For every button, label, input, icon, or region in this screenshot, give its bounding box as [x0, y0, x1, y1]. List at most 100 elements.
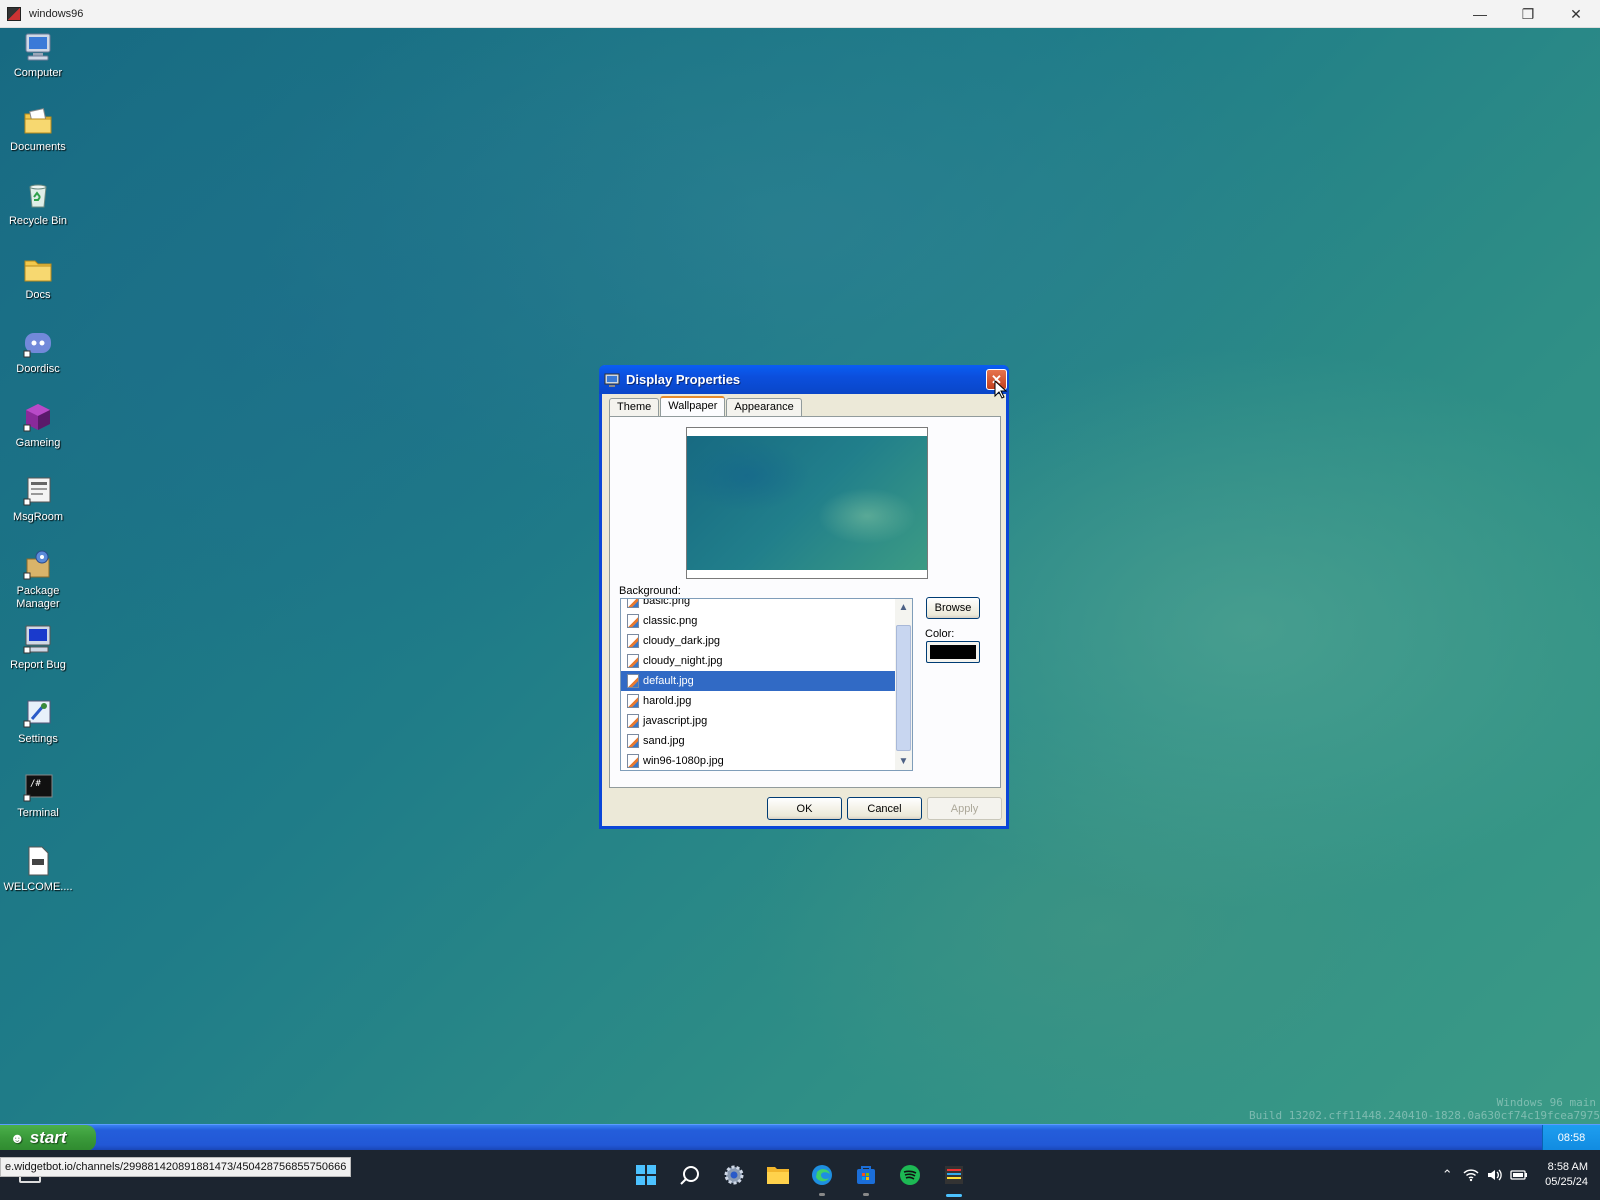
minimize-button[interactable]: —: [1456, 0, 1504, 28]
file-explorer-icon[interactable]: [756, 1150, 800, 1200]
mouse-cursor-icon: [994, 380, 1008, 399]
image-file-icon: [627, 714, 639, 728]
desktop-icon-terminal[interactable]: /# Terminal: [4, 770, 72, 820]
desktop-icon-report-bug[interactable]: Report Bug: [4, 622, 72, 672]
background-label: Background:: [619, 585, 681, 597]
list-item[interactable]: win96-1080p.jpg: [621, 751, 895, 770]
scroll-thumb[interactable]: [896, 625, 911, 751]
wallpaper-panel: Background: basic.png classic.png cloudy…: [609, 416, 1001, 788]
battery-icon[interactable]: [1507, 1169, 1531, 1181]
scroll-down-icon[interactable]: ▼: [895, 753, 912, 770]
host-clock[interactable]: 8:58 AM 05/25/24: [1545, 1160, 1588, 1190]
msgroom-icon: [21, 474, 55, 508]
report-bug-icon: [21, 622, 55, 656]
dialog-tabs: Theme Wallpaper Appearance: [609, 396, 803, 416]
image-file-icon: [627, 674, 639, 688]
host-titlebar: windows96 — ❐ ✕: [0, 0, 1600, 28]
image-file-icon: [627, 654, 639, 668]
restore-button[interactable]: ❐: [1504, 0, 1552, 28]
cancel-button[interactable]: Cancel: [847, 797, 922, 820]
list-item[interactable]: sand.jpg: [621, 731, 895, 751]
apply-button[interactable]: Apply: [927, 797, 1002, 820]
image-file-icon: [627, 599, 639, 608]
tab-appearance[interactable]: Appearance: [726, 398, 802, 416]
wallpaper-listbox[interactable]: basic.png classic.png cloudy_dark.jpg cl…: [620, 598, 913, 771]
start-button[interactable]: ☻ start: [0, 1125, 96, 1151]
host-date: 05/25/24: [1545, 1176, 1588, 1188]
wifi-icon[interactable]: [1459, 1168, 1483, 1182]
display-properties-icon: [604, 373, 620, 387]
list-item[interactable]: basic.png: [621, 599, 895, 611]
desktop-icon-doordisc[interactable]: Doordisc: [4, 326, 72, 376]
host-window-title: windows96: [29, 7, 84, 20]
edge-browser-icon[interactable]: [800, 1150, 844, 1200]
close-window-button[interactable]: ✕: [1552, 0, 1600, 28]
list-item[interactable]: javascript.jpg: [621, 711, 895, 731]
app-indicator: [863, 1193, 869, 1196]
desktop-icon-package-manager[interactable]: Package Manager: [4, 548, 72, 611]
search-icon[interactable]: [668, 1150, 712, 1200]
documents-folder-icon: [21, 104, 55, 138]
windows-start-icon[interactable]: [624, 1150, 668, 1200]
list-item[interactable]: cloudy_dark.jpg: [621, 631, 895, 651]
image-file-icon: [627, 754, 639, 768]
windows96-app-icon: [7, 6, 21, 21]
color-picker-button[interactable]: [926, 641, 980, 663]
browser-status-url: e.widgetbot.io/channels/2998814208918814…: [0, 1157, 352, 1177]
windows96-app-icon[interactable]: [932, 1150, 976, 1200]
volume-icon[interactable]: [1483, 1168, 1507, 1182]
system-tray: ⌃ 8:58 AM 05/25/24: [1435, 1150, 1600, 1200]
desktop-icon-welcome[interactable]: WELCOME....: [3, 844, 73, 894]
desktop-icon-settings[interactable]: Settings: [4, 696, 72, 746]
desktop-icon-computer[interactable]: Computer: [4, 30, 72, 80]
doordisc-icon: [21, 326, 55, 360]
welcome-doc-icon: [21, 844, 55, 878]
settings-icon: [21, 696, 55, 730]
wallpaper-preview-image: [687, 436, 927, 570]
image-file-icon: [627, 634, 639, 648]
image-file-icon: [627, 614, 639, 628]
game-cube-icon: [21, 400, 55, 434]
dialog-title: Display Properties: [626, 372, 741, 387]
svg-text:/#: /#: [30, 779, 41, 789]
watermark-build: Build 13202.cff11448.240410-1828.0a630cf…: [1249, 1109, 1600, 1122]
chevron-up-icon[interactable]: ⌃: [1435, 1167, 1459, 1183]
win96-clock[interactable]: 08:58: [1542, 1125, 1600, 1151]
tab-theme[interactable]: Theme: [609, 398, 660, 416]
desktop-icon-documents[interactable]: Documents: [4, 104, 72, 154]
tab-wallpaper[interactable]: Wallpaper: [660, 396, 726, 416]
app-indicator: [819, 1193, 825, 1196]
taskbar-apps: [624, 1150, 976, 1200]
desktop-icon-docs[interactable]: Docs: [4, 252, 72, 302]
folder-icon: [21, 252, 55, 286]
recycle-bin-icon: [21, 178, 55, 212]
list-item-selected[interactable]: default.jpg: [621, 671, 895, 691]
list-item[interactable]: classic.png: [621, 611, 895, 631]
image-file-icon: [627, 694, 639, 708]
list-item[interactable]: harold.jpg: [621, 691, 895, 711]
color-label: Color:: [925, 628, 955, 640]
host-time: 8:58 AM: [1547, 1161, 1588, 1173]
display-properties-dialog: Display Properties ✕ Theme Wallpaper App…: [599, 365, 1009, 829]
smiley-icon: ☻: [10, 1130, 25, 1146]
color-swatch: [930, 645, 976, 659]
wallpaper-list: basic.png classic.png cloudy_dark.jpg cl…: [621, 599, 895, 770]
browse-button[interactable]: Browse: [926, 597, 980, 619]
list-item[interactable]: cloudy_night.jpg: [621, 651, 895, 671]
desktop-icon-msgroom[interactable]: MsgRoom: [4, 474, 72, 524]
watermark-version: Windows 96 main: [1496, 1096, 1596, 1109]
spotify-icon[interactable]: [888, 1150, 932, 1200]
app-indicator-active: [946, 1194, 962, 1197]
package-manager-icon: [21, 548, 55, 582]
desktop-icon-gameing[interactable]: Gameing: [4, 400, 72, 450]
list-scrollbar[interactable]: ▲ ▼: [895, 599, 912, 770]
scroll-up-icon[interactable]: ▲: [895, 599, 912, 616]
win96-taskbar: ☻ start 08:58: [0, 1124, 1600, 1151]
ok-button[interactable]: OK: [767, 797, 842, 820]
dialog-titlebar[interactable]: Display Properties ✕: [599, 365, 1009, 394]
store-icon[interactable]: [844, 1150, 888, 1200]
desktop-icon-recycle-bin[interactable]: Recycle Bin: [4, 178, 72, 228]
terminal-icon: /#: [21, 770, 55, 804]
settings-gear-icon[interactable]: [712, 1150, 756, 1200]
computer-icon: [21, 30, 55, 64]
